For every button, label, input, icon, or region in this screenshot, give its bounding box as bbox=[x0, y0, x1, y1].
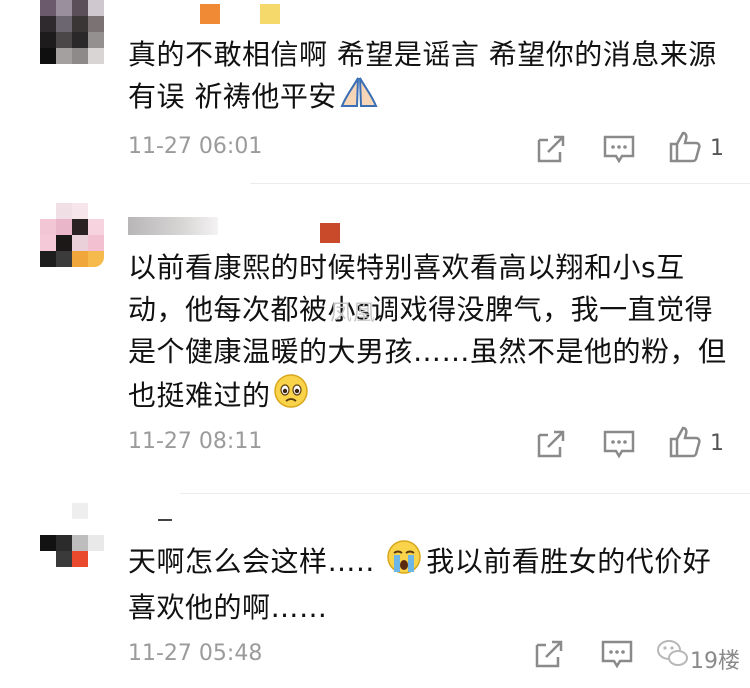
comment-icon[interactable] bbox=[602, 132, 636, 166]
comment-icon[interactable] bbox=[602, 427, 636, 461]
avatar[interactable] bbox=[40, 503, 104, 567]
pray-emoji-icon bbox=[339, 76, 379, 122]
like-count: 1 bbox=[710, 136, 724, 161]
divider bbox=[250, 183, 750, 184]
user-badge-icon bbox=[260, 4, 280, 24]
comment-text: 以前看康熙的时候特别喜欢看高以翔和小s互动，他每次都被小s调戏得没脾气，我一直觉… bbox=[128, 247, 728, 421]
like-icon[interactable] bbox=[668, 425, 702, 459]
username[interactable] bbox=[158, 519, 172, 521]
comment-icon[interactable] bbox=[600, 637, 634, 671]
user-badge-icon bbox=[200, 4, 220, 24]
repost-icon[interactable] bbox=[534, 427, 568, 461]
user-badge-icon bbox=[320, 223, 340, 243]
avatar[interactable] bbox=[40, 203, 104, 267]
watermark: 凤凰 bbox=[330, 301, 377, 326]
wechat-icon bbox=[656, 637, 690, 671]
comment-text: 真的不敢相信啊 希望是谣言 希望你的消息来源有误 祈祷他平安 bbox=[128, 34, 728, 122]
divider bbox=[180, 493, 750, 494]
repost-icon[interactable] bbox=[534, 132, 568, 166]
timestamp: 11-27 08:11 bbox=[128, 429, 263, 454]
like-count: 1 bbox=[710, 431, 724, 456]
avatar[interactable] bbox=[40, 0, 104, 64]
comment-1: 真的不敢相信啊 希望是谣言 希望你的消息来源有误 祈祷他平安 11-27 06:… bbox=[0, 0, 750, 185]
repost-icon[interactable] bbox=[532, 637, 566, 671]
like-icon[interactable] bbox=[668, 130, 702, 164]
comment-2: 以前看康熙的时候特别喜欢看高以翔和小s互动，他每次都被小s调戏得没脾气，我一直觉… bbox=[0, 185, 750, 495]
comment-3: 天啊怎么会这样….. 我以前看胜女的代价好喜欢他的啊…… 11-27 05:48… bbox=[0, 495, 750, 688]
floor-number: 19楼 bbox=[690, 649, 740, 674]
username[interactable] bbox=[128, 217, 218, 235]
crying-face-emoji-icon bbox=[386, 539, 422, 587]
timestamp: 11-27 06:01 bbox=[128, 134, 263, 159]
timestamp: 11-27 05:48 bbox=[128, 641, 263, 666]
comment-text: 天啊怎么会这样….. 我以前看胜女的代价好喜欢他的啊…… bbox=[128, 539, 728, 629]
sad-face-emoji-icon bbox=[273, 373, 309, 421]
